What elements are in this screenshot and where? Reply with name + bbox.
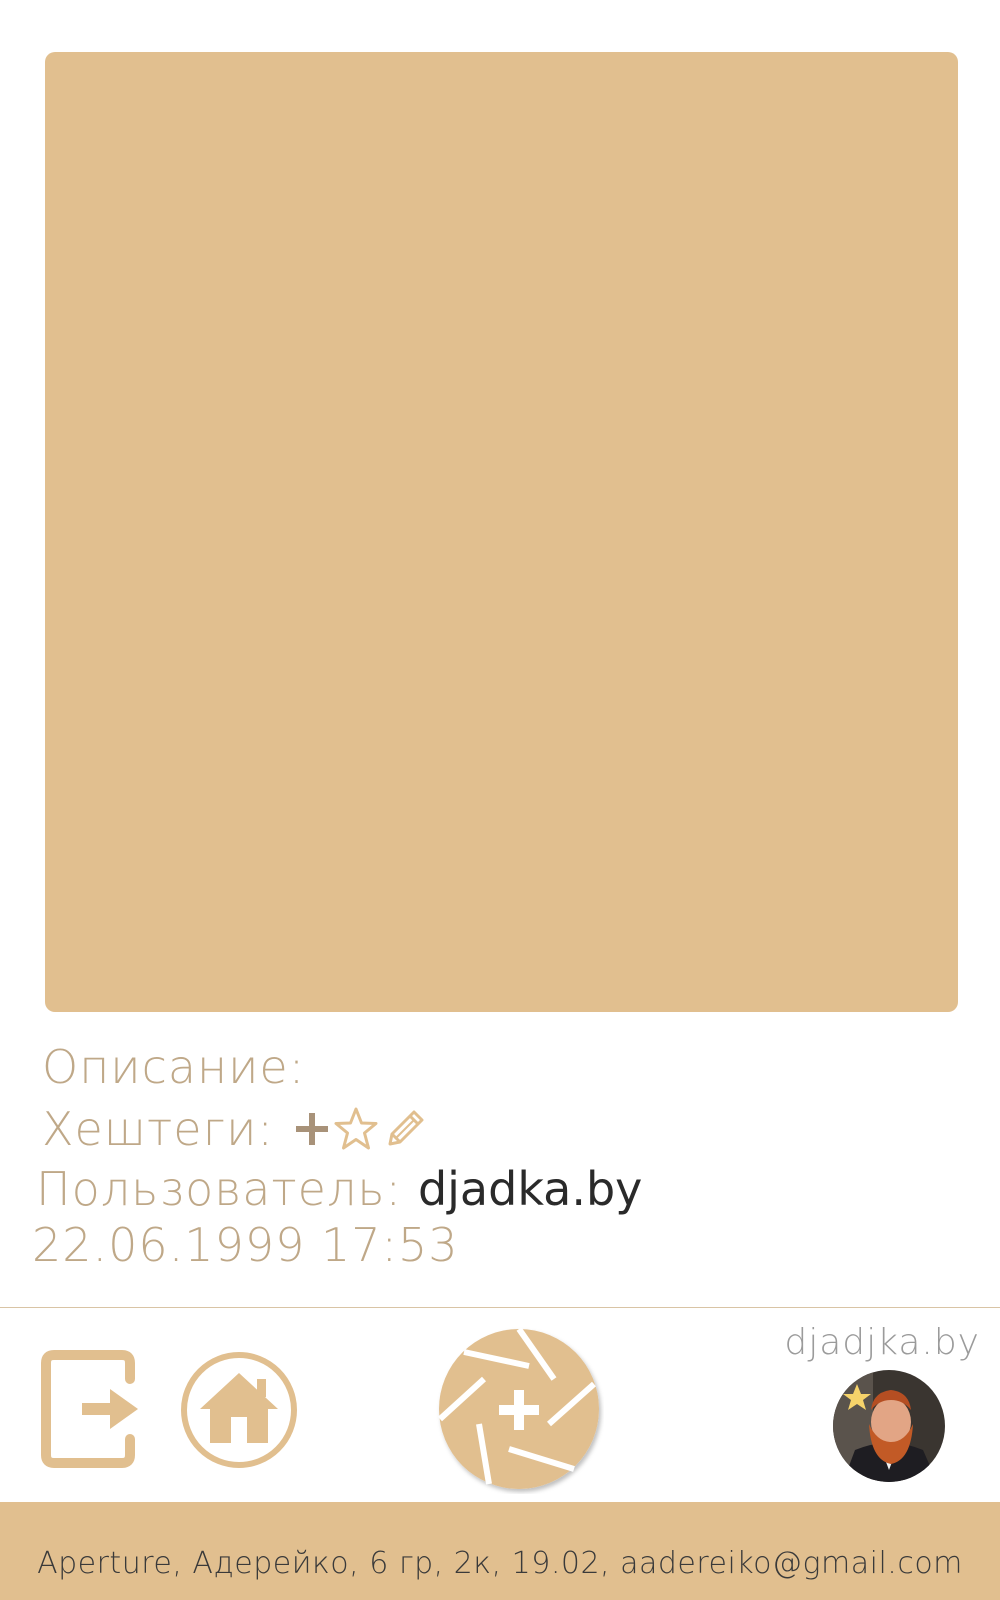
user-name-link[interactable]: djadka.by	[418, 1162, 642, 1216]
exit-icon[interactable]	[40, 1349, 142, 1469]
divider	[0, 1307, 1000, 1308]
star-icon[interactable]	[332, 1105, 380, 1153]
description-label: Описание:	[42, 1040, 306, 1094]
description-row: Описание:	[42, 1040, 305, 1094]
hashtags-label: Хештеги:	[42, 1102, 274, 1156]
home-icon[interactable]	[180, 1351, 298, 1469]
pencil-icon[interactable]	[382, 1106, 428, 1152]
footer: Aperture, Адерейко, 6 гр, 2к, 19.02, aad…	[0, 1502, 1000, 1600]
post-datetime: 22.06.1999 17:53	[32, 1218, 459, 1272]
user-label: Пользователь:	[36, 1162, 402, 1216]
hashtags-row: Хештеги:	[42, 1102, 428, 1156]
footer-text: Aperture, Адерейко, 6 гр, 2к, 19.02, aad…	[37, 1546, 963, 1581]
aperture-add-icon[interactable]	[434, 1324, 604, 1494]
hashtag-actions	[294, 1105, 428, 1153]
datetime-row: 22.06.1999 17:53	[32, 1218, 459, 1272]
brand-name: djadjka.by	[784, 1322, 980, 1363]
user-row: Пользователь: djadka.by	[36, 1162, 642, 1216]
photo-preview[interactable]	[45, 52, 958, 1012]
user-avatar[interactable]	[833, 1370, 945, 1482]
plus-icon[interactable]	[294, 1111, 330, 1147]
